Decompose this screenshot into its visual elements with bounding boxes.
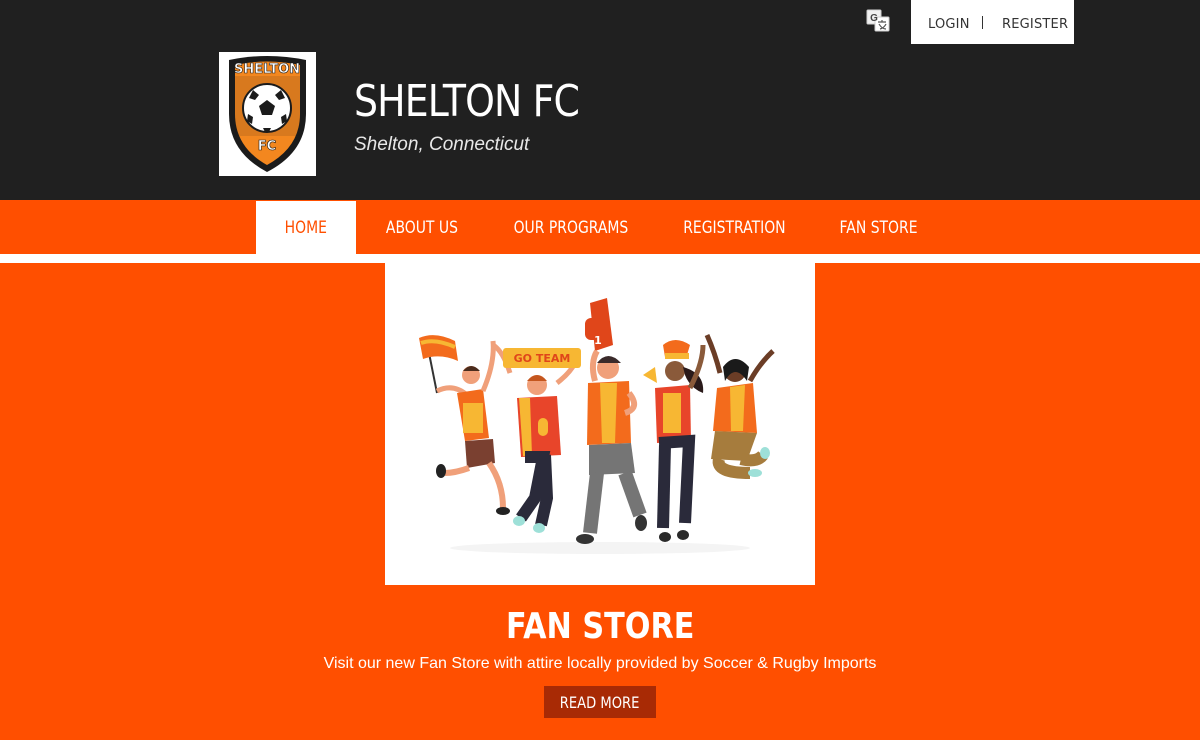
nav-item-home[interactable]: HOME (256, 201, 356, 254)
register-link[interactable]: REGISTER (1002, 17, 1068, 32)
logo-text-top: SHELTON (234, 62, 300, 77)
fan-figure-5 (704, 333, 775, 479)
hero-title: FAN STORE (505, 606, 695, 647)
google-translate-icon[interactable]: G (866, 9, 890, 33)
nav-item-fan-store[interactable]: FAN STORE (828, 201, 930, 254)
go-team-banner-text: GO TEAM (514, 352, 571, 365)
fan-figure-3: 1 (576, 298, 647, 544)
foam-finger-number: 1 (594, 334, 602, 347)
nav-item-about-us[interactable]: ABOUT US (374, 201, 470, 254)
club-name: SHELTON FC (354, 76, 580, 127)
logo-text-bottom: FC (258, 139, 276, 154)
fan-store-illustration[interactable]: GO TEAM 1 (385, 263, 815, 585)
svg-text:G: G (870, 13, 878, 24)
fan-figure-4 (643, 340, 706, 542)
site-header: G LOGIN REGISTER SHELTON FC SHELTON FC S… (0, 0, 1200, 200)
login-link[interactable]: LOGIN (928, 17, 970, 32)
main-nav: HOME ABOUT US OUR PROGRAMS REGISTRATION … (0, 201, 1200, 254)
fan-figure-1 (419, 335, 510, 515)
read-more-button[interactable]: READ MORE (544, 686, 656, 718)
nav-item-our-programs[interactable]: OUR PROGRAMS (500, 201, 642, 254)
club-logo[interactable]: SHELTON FC (219, 52, 316, 176)
nav-item-registration[interactable]: REGISTRATION (672, 201, 796, 254)
auth-links: LOGIN REGISTER (911, 0, 1074, 44)
club-location: Shelton, Connecticut (354, 134, 530, 155)
auth-divider (982, 16, 983, 29)
nav-divider (0, 254, 1200, 263)
hero-description: Visit our new Fan Store with attire loca… (323, 655, 877, 672)
fan-figure-2: GO TEAM (491, 342, 581, 533)
